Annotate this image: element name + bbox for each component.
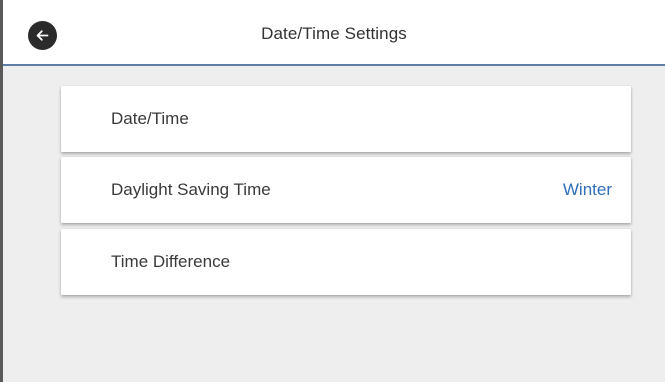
menu-item-label: Date/Time (111, 109, 189, 128)
menu-item-value: Winter (562, 180, 612, 199)
menu-item-label: Time Difference (111, 252, 231, 271)
menu-item-date-time[interactable]: Date/Time (61, 86, 631, 152)
menu-item-daylight-saving-time[interactable]: Daylight Saving Time Winter (61, 157, 631, 223)
menu-item-label: Daylight Saving Time (111, 180, 271, 199)
settings-screen: Date/Time Settings Date/Time Daylight Sa… (0, 0, 665, 382)
header-bar: Date/Time Settings (3, 0, 665, 66)
menu-item-time-difference[interactable]: Time Difference (61, 229, 631, 295)
page-title: Date/Time Settings (261, 24, 407, 43)
